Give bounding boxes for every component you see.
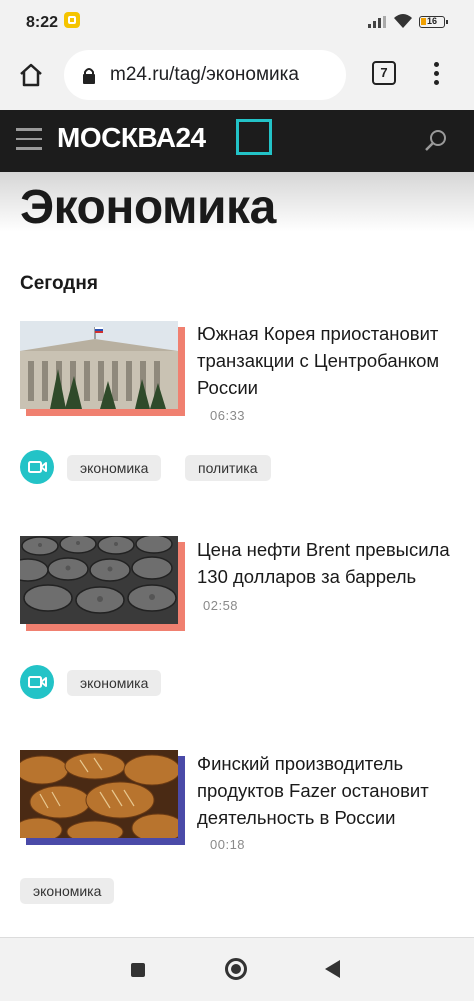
home-button-icon[interactable] (225, 958, 247, 980)
home-icon[interactable] (18, 62, 44, 88)
menu-icon[interactable] (16, 128, 42, 157)
tag-button[interactable]: политика (185, 455, 271, 481)
article-time: 00:18 (210, 837, 246, 852)
page-title: Экономика (20, 181, 276, 234)
article-headline-text[interactable]: Цена нефти Brent превысила 130 долларов … (197, 539, 450, 587)
article-headline[interactable]: Финский производитель продуктов Fazer ос… (197, 750, 462, 831)
article-time: 02:58 (203, 598, 239, 613)
section-heading: Сегодня (20, 273, 98, 294)
url-text: m24.ru/tag/экономика (110, 64, 299, 85)
article-headline[interactable]: Цена нефти Brent превысила 130 долларов … (197, 536, 462, 619)
recents-icon[interactable] (131, 963, 145, 977)
article-thumbnail[interactable] (20, 536, 185, 631)
status-bar: 8:22 16 (0, 0, 474, 44)
system-nav-bar (0, 937, 474, 1001)
video-badge (20, 450, 54, 484)
tag-button[interactable]: экономика (67, 455, 162, 481)
video-icon (28, 676, 47, 688)
search-icon[interactable] (424, 128, 448, 152)
browser-toolbar: m24.ru/tag/экономика 7 (0, 44, 474, 110)
video-badge (20, 665, 54, 699)
thumbnail-image (20, 750, 178, 838)
notification-icon (64, 12, 80, 28)
status-time: 8:22 (26, 14, 59, 31)
wifi-icon (394, 14, 412, 28)
site-logo[interactable]: МОСКВА24 (57, 122, 206, 154)
article-time: 06:33 (210, 408, 246, 423)
back-icon[interactable] (325, 960, 340, 978)
signal-icon (368, 16, 386, 28)
thumbnail-image (20, 536, 178, 624)
battery-icon: 16 (419, 16, 448, 28)
browser-menu-button[interactable] (434, 62, 440, 89)
tab-switcher-button[interactable]: 7 (372, 61, 396, 85)
thumbnail-image (20, 321, 178, 409)
site-header: МОСКВА24 (0, 110, 474, 172)
tag-button[interactable]: экономика (67, 670, 162, 696)
article-thumbnail[interactable] (20, 321, 185, 416)
article-thumbnail[interactable] (20, 750, 185, 845)
lock-icon (83, 68, 95, 84)
video-icon (28, 461, 47, 473)
address-bar[interactable]: m24.ru/tag/экономика (64, 50, 346, 100)
article-headline[interactable]: Южная Корея приостановит транзакции с Це… (197, 320, 462, 401)
tag-button[interactable]: экономика (20, 878, 115, 904)
logo-square (236, 119, 272, 155)
